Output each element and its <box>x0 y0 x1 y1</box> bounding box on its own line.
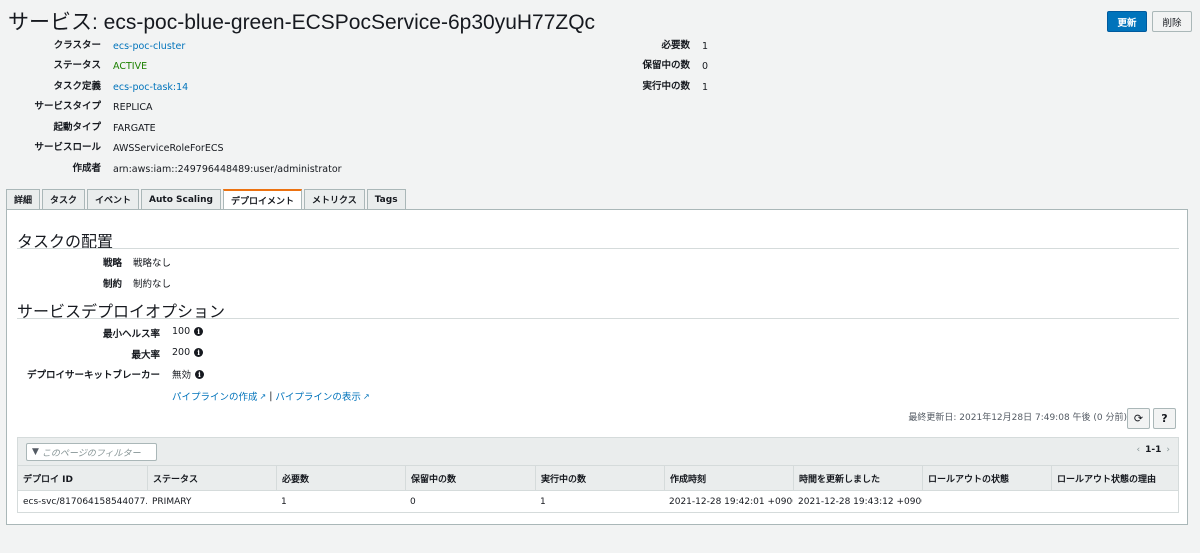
desired-count-value: 1 <box>702 40 709 52</box>
tab-deployments[interactable]: デプロイメント <box>222 189 302 210</box>
view-pipeline-link[interactable]: パイプラインの表示 <box>275 389 361 403</box>
column-header[interactable]: 実行中の数 <box>535 466 664 490</box>
summary-label: 作成者 <box>72 163 101 174</box>
service-tabs: 詳細 タスク イベント Auto Scaling デプロイメント メトリクス T… <box>6 189 408 210</box>
summary-row-service-type: サービスタイプ REPLICA <box>0 98 600 116</box>
external-link-icon: ↗ <box>362 391 370 401</box>
table-help-button[interactable]: ? <box>1153 408 1176 429</box>
info-icon[interactable]: i <box>195 369 205 379</box>
summary-label: 実行中の数 <box>642 81 690 92</box>
circuit-breaker-value: 無効 <box>172 370 192 381</box>
summary-label: サービスタイプ <box>34 101 101 112</box>
strategy-label: 戦略 <box>102 258 122 269</box>
link-separator: | <box>269 390 273 402</box>
tab-tags[interactable]: Tags <box>366 189 406 209</box>
info-icon[interactable]: i <box>194 327 204 336</box>
filter-icon: ▼ <box>32 447 39 457</box>
min-health-row: 最小ヘルス率 100 i <box>7 326 307 342</box>
pager-prev-icon[interactable]: ‹ <box>1137 445 1141 455</box>
table-cell: ecs-svc/817064158544077... <box>23 496 147 507</box>
pipeline-links: パイプラインの作成 ↗ | パイプラインの表示 ↗ <box>172 388 472 404</box>
max-percent-value: 200 <box>172 347 191 358</box>
table-refresh-button[interactable]: ⟳ <box>1127 408 1150 429</box>
last-updated-text: 最終更新日: 2021年12月28日 7:49:08 午後 (0 分前) <box>908 413 1127 423</box>
tab-metrics[interactable]: メトリクス <box>303 189 365 209</box>
column-header[interactable]: デプロイ ID <box>18 466 147 490</box>
pagination: ‹ 1-1 › <box>1137 445 1170 455</box>
running-count-value: 1 <box>702 81 709 93</box>
service-type-value: REPLICA <box>113 101 153 113</box>
constraint-value: 制約なし <box>133 279 172 290</box>
divider <box>17 318 1179 319</box>
external-link-icon: ↗ <box>259 391 267 401</box>
table-cell: 0 <box>410 496 416 507</box>
tab-events[interactable]: イベント <box>87 189 140 209</box>
delete-button[interactable]: 削除 <box>1152 11 1192 32</box>
info-icon[interactable]: i <box>194 348 204 357</box>
tab-details[interactable]: 詳細 <box>6 189 41 209</box>
column-header[interactable]: ロールアウト状態の理由 <box>1051 466 1178 490</box>
strategy-row: 戦略 戦略なし <box>7 255 307 271</box>
summary-row-running-count: 実行中の数 1 <box>0 78 760 96</box>
constraint-row: 制約 制約なし <box>7 276 307 292</box>
table-cell: 2021-12-28 19:42:01 +0900 <box>669 496 793 507</box>
max-percent-row: 最大率 200 i <box>7 347 307 363</box>
summary-label: 起動タイプ <box>53 122 101 133</box>
summary-row-service-role: サービスロール AWSServiceRoleForECS <box>0 139 600 157</box>
launch-type-value: FARGATE <box>113 122 156 134</box>
table-row[interactable]: ecs-svc/817064158544077... PRIMARY 1 0 1… <box>18 491 1178 512</box>
table-cell: PRIMARY <box>152 496 192 507</box>
service-role-value: AWSServiceRoleForECS <box>113 142 224 154</box>
refresh-button[interactable]: 更新 <box>1107 11 1147 32</box>
tab-auto-scaling[interactable]: Auto Scaling <box>141 189 221 209</box>
table-toolbar: ▼ このページのフィルター ‹ 1-1 › <box>18 438 1178 465</box>
table-cell <box>1051 491 1178 512</box>
column-header[interactable]: 必要数 <box>276 466 405 490</box>
column-header[interactable]: 作成時刻 <box>664 466 793 490</box>
filter-placeholder: このページのフィルター <box>41 448 141 459</box>
strategy-value: 戦略なし <box>133 258 172 269</box>
min-health-label: 最小ヘルス率 <box>102 329 160 340</box>
created-by-value: arn:aws:iam::249796448489:user/administr… <box>113 163 342 175</box>
circuit-breaker-label: デプロイサーキットブレーカー <box>26 370 160 381</box>
deployments-table: ▼ このページのフィルター ‹ 1-1 › デプロイ ID ステータス 必要数 … <box>17 437 1179 513</box>
pager-text: 1-1 <box>1145 445 1162 455</box>
column-header[interactable]: 保留中の数 <box>405 466 535 490</box>
filter-input[interactable]: ▼ このページのフィルター <box>26 443 157 461</box>
create-pipeline-link[interactable]: パイプラインの作成 <box>172 389 258 403</box>
table-header: デプロイ ID ステータス 必要数 保留中の数 実行中の数 作成時刻 時間を更新… <box>18 465 1178 491</box>
summary-label: 保留中の数 <box>642 60 690 71</box>
summary-row-created-by: 作成者 arn:aws:iam::249796448489:user/admin… <box>0 160 600 178</box>
max-percent-label: 最大率 <box>131 350 160 361</box>
summary-label: 必要数 <box>661 40 690 51</box>
divider <box>17 248 1179 249</box>
table-cell <box>922 491 1051 512</box>
constraint-label: 制約 <box>102 279 122 290</box>
table-cell: 1 <box>540 496 546 507</box>
help-icon: ? <box>1161 412 1168 425</box>
table-cell: 1 <box>281 496 287 507</box>
refresh-icon: ⟳ <box>1133 412 1144 425</box>
page-title: サービス: ecs-poc-blue-green-ECSPocService-6… <box>8 11 596 34</box>
deployments-panel: タスクの配置 戦略 戦略なし 制約 制約なし サービスデプロイオプション 最小ヘ… <box>6 209 1188 525</box>
column-header[interactable]: 時間を更新しました <box>793 466 922 490</box>
column-header[interactable]: ステータス <box>147 466 276 490</box>
pending-count-value: 0 <box>702 60 709 72</box>
pager-next-icon[interactable]: › <box>1166 445 1170 455</box>
summary-label: サービスロール <box>34 142 101 153</box>
circuit-breaker-row: デプロイサーキットブレーカー 無効 i <box>7 367 307 383</box>
summary-row-launch-type: 起動タイプ FARGATE <box>0 119 600 137</box>
summary-row-pending-count: 保留中の数 0 <box>0 57 760 75</box>
tab-tasks[interactable]: タスク <box>42 189 86 209</box>
summary-row-desired-count: 必要数 1 <box>0 37 760 55</box>
min-health-value: 100 <box>172 326 191 337</box>
page-header: サービス: ecs-poc-blue-green-ECSPocService-6… <box>0 0 1200 40</box>
column-header[interactable]: ロールアウトの状態 <box>922 466 1051 490</box>
service-summary: クラスター ecs-poc-cluster ステータス ACTIVE タスク定義… <box>0 37 1200 182</box>
table-cell: 2021-12-28 19:43:12 +0900 <box>798 496 922 507</box>
